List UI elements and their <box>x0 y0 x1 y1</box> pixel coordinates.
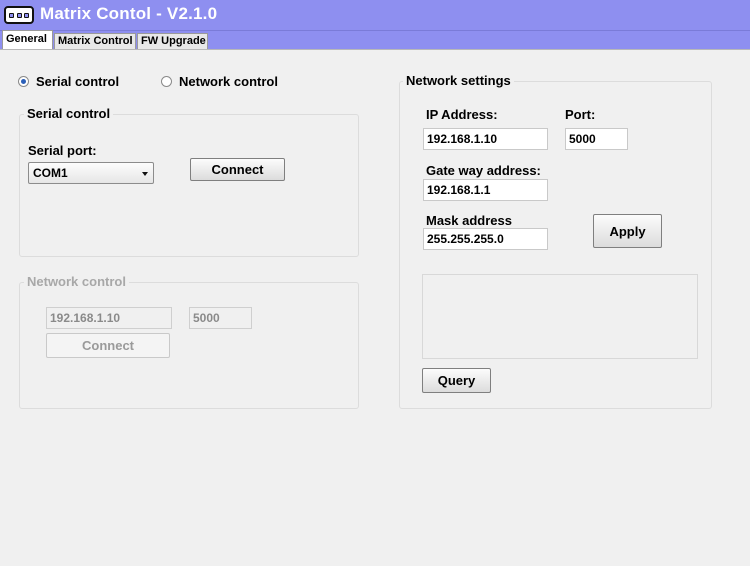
radio-unchecked-icon[interactable] <box>161 76 172 87</box>
network-settings-group-title: Network settings <box>403 73 514 88</box>
port-field[interactable]: 5000 <box>565 128 628 150</box>
matrix-switch-icon <box>4 6 34 24</box>
tab-general[interactable]: General <box>2 30 53 50</box>
serial-connect-button[interactable]: Connect <box>190 158 285 181</box>
window-title: Matrix Contol - V2.1.0 <box>40 4 218 23</box>
query-result-panel <box>422 274 698 359</box>
serial-control-radio-label: Serial control <box>36 74 120 89</box>
tab-matrix-control[interactable]: Matrix Control <box>54 33 136 49</box>
ip-address-label: IP Address: <box>426 107 498 122</box>
network-control-radio[interactable]: Network control <box>161 74 278 89</box>
gateway-address-field[interactable]: 192.168.1.1 <box>423 179 548 201</box>
network-control-radio-label: Network control <box>179 74 278 89</box>
serial-control-radio[interactable]: Serial control <box>18 74 119 89</box>
mask-address-field[interactable]: 255.255.255.0 <box>423 228 548 250</box>
serial-control-group <box>19 114 359 257</box>
serial-port-select[interactable]: COM1 <box>28 162 154 184</box>
port-label: Port: <box>565 107 596 122</box>
title-bar: Matrix Contol - V2.1.0 <box>0 0 750 31</box>
radio-checked-icon[interactable] <box>18 76 29 87</box>
serial-port-value: COM1 <box>33 166 68 180</box>
network-port-field[interactable]: 5000 <box>189 307 252 329</box>
network-control-group-title: Network control <box>24 274 129 289</box>
chevron-down-icon <box>142 172 148 176</box>
mask-address-label: Mask address <box>426 213 512 228</box>
gateway-address-label: Gate way address: <box>426 163 541 178</box>
network-ip-field[interactable]: 192.168.1.10 <box>46 307 172 329</box>
apply-button[interactable]: Apply <box>593 214 662 248</box>
serial-control-group-title: Serial control <box>24 106 114 121</box>
ip-address-field[interactable]: 192.168.1.10 <box>423 128 548 150</box>
tab-fw-upgrade[interactable]: FW Upgrade <box>137 33 208 49</box>
query-button[interactable]: Query <box>422 368 491 393</box>
network-connect-button[interactable]: Connect <box>46 333 170 358</box>
serial-port-label: Serial port: <box>28 143 97 158</box>
